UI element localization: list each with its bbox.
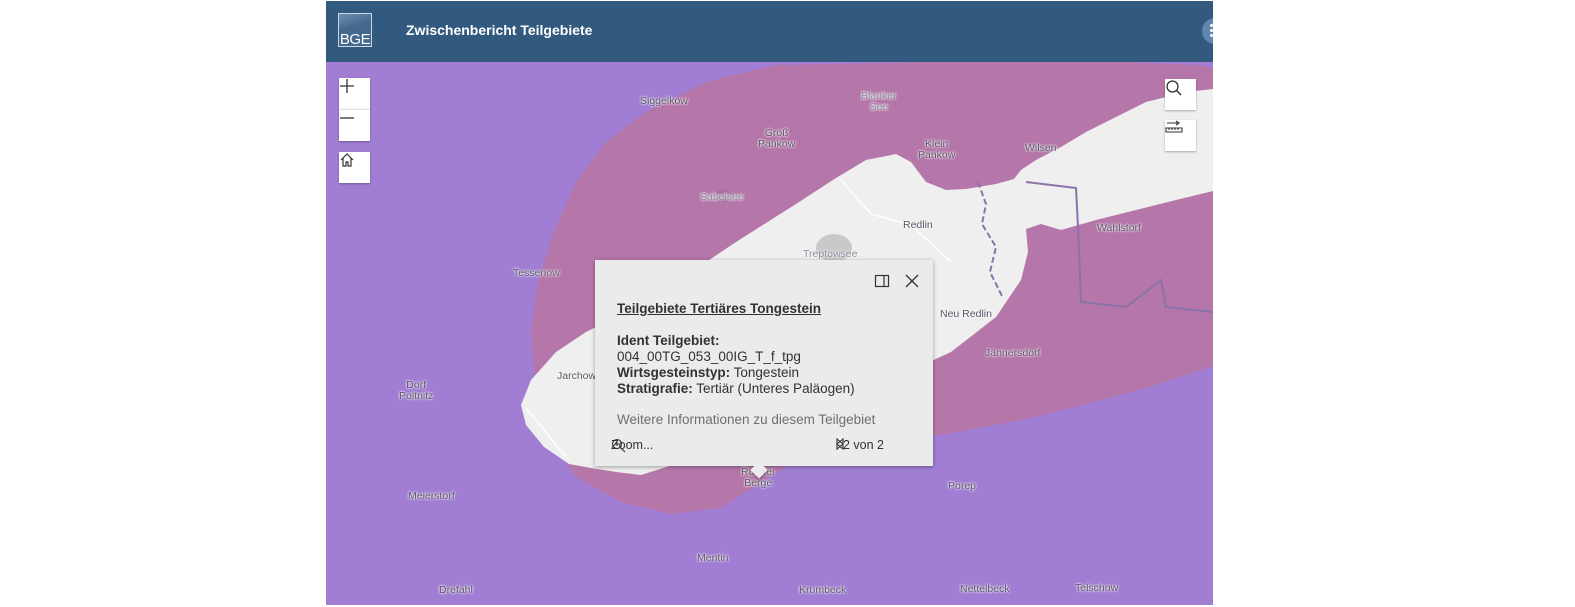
wirtsgestein-label: Wirtsgesteinstyp:: [617, 365, 731, 380]
ident-label-text: Ident Teilgebiet:: [617, 333, 720, 348]
zoom-to-button[interactable]: Zoom...: [611, 438, 653, 453]
measure-button[interactable]: [1165, 120, 1196, 151]
zoom-out-button[interactable]: [339, 109, 370, 141]
place-label: Treptowsee: [803, 248, 858, 260]
wirtsgestein-value: Tongestein: [730, 365, 799, 380]
place-label: Drefahl: [439, 584, 473, 596]
close-icon: [905, 274, 919, 288]
place-label: Redlin: [903, 219, 933, 231]
place-label: Meierstorf: [408, 490, 455, 502]
measure-icon: [1165, 120, 1183, 133]
ident-value: 004_00TG_053_00IG_T_f_tpg: [617, 349, 801, 364]
place-label: Tessenow: [513, 267, 560, 279]
popup-title: Teilgebiete Tertiäres Tongestein: [617, 301, 822, 316]
feature-pager: 2 von 2: [835, 438, 892, 452]
place-label: Nettelbeck: [960, 583, 1010, 595]
menu-button[interactable]: [1202, 18, 1213, 44]
place-label: Dorf Poltnitz: [399, 379, 434, 402]
place-label: Jarchow: [557, 370, 597, 382]
pager-text: 2 von 2: [843, 438, 885, 452]
search-icon: [1166, 80, 1182, 96]
app-header: BGE Zwischenbericht Teilgebiete: [326, 1, 1213, 62]
place-label: Sabelsee: [700, 191, 744, 203]
minus-icon: [340, 117, 354, 119]
place-label: Porep: [948, 480, 977, 492]
logo-text: BGE: [339, 31, 371, 47]
feature-popup: Teilgebiete Tertiäres Tongestein Ident T…: [595, 260, 933, 479]
stratigrafie-label: Stratigrafie:: [617, 381, 693, 396]
more-info-link[interactable]: Weitere Informationen zu diesem Teilgebi…: [617, 412, 875, 427]
home-button[interactable]: [339, 152, 370, 183]
logo-stripe: [339, 14, 371, 28]
map-app: BGE Zwischenbericht Teilgebiete Siggelko…: [326, 1, 1213, 605]
triangle-right-icon: [836, 438, 844, 450]
dock-button[interactable]: [874, 273, 890, 289]
place-label: Klein Pankow: [918, 138, 956, 161]
stratigrafie-row: Stratigrafie: Tertiär (Unteres Paläogen): [617, 381, 855, 396]
app-title: Zwischenbericht Teilgebiete: [406, 22, 593, 38]
ident-label: Ident Teilgebiet:: [617, 333, 720, 348]
home-icon: [340, 153, 354, 167]
place-label: Jännersdorf: [985, 347, 1041, 359]
wirtsgestein-row: Wirtsgesteinstyp: Tongestein: [617, 365, 799, 380]
place-label: Groß Pankow: [758, 127, 796, 150]
bge-logo: BGE: [338, 13, 372, 47]
place-label: Mentin: [697, 552, 729, 564]
map-view[interactable]: Siggelkow Blanker See Groß Pankow Klein …: [326, 62, 1213, 605]
zoom-icon: [611, 438, 626, 453]
close-button[interactable]: [903, 272, 921, 290]
place-label: Neu Redlin: [940, 308, 992, 320]
dock-icon: [874, 274, 890, 288]
stratigrafie-value: Tertiär (Unteres Paläogen): [692, 381, 855, 396]
more-icon: [1210, 24, 1213, 27]
place-label: Siggelkow: [640, 95, 688, 107]
place-label: Krumbeck: [799, 584, 847, 596]
plus-icon: [340, 79, 354, 93]
search-button[interactable]: [1165, 79, 1196, 110]
zoom-in-button[interactable]: [339, 78, 370, 109]
place-label: Wahlstorf: [1097, 222, 1141, 234]
place-label: Blanker See: [861, 90, 897, 113]
place-label: Telschow: [1075, 582, 1119, 594]
place-label: Wilsen: [1025, 142, 1057, 154]
